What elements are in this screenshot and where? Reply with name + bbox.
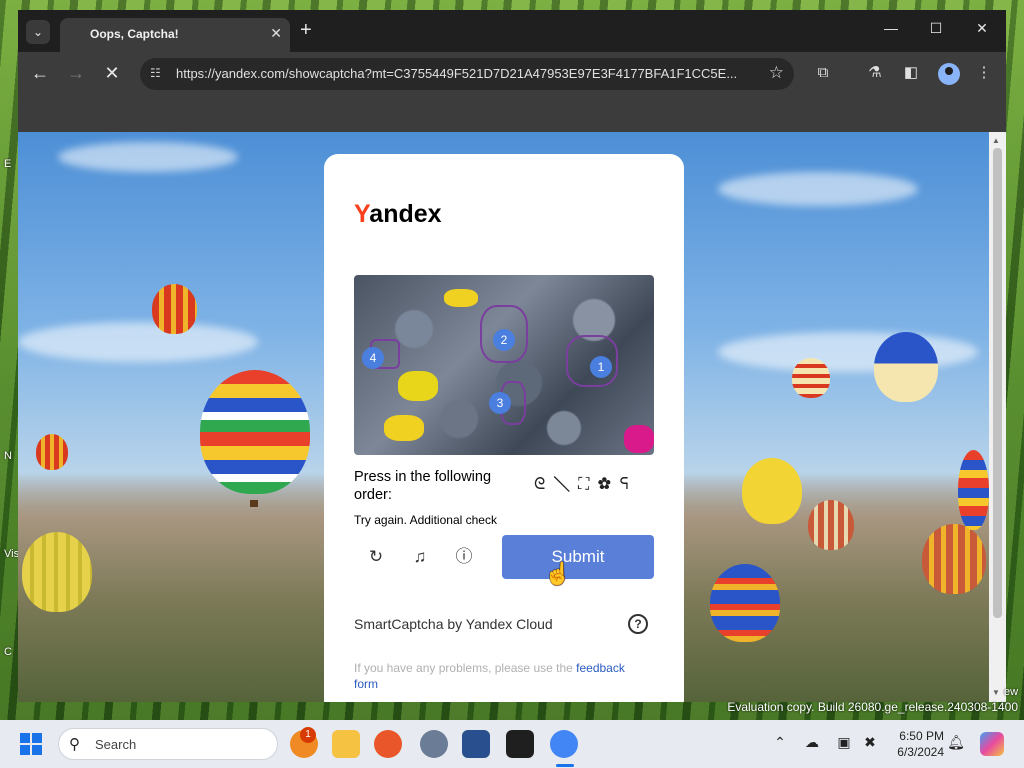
side-panel-icon[interactable]: ◧ [900,64,922,82]
scroll-thumb[interactable] [993,148,1002,618]
evaluation-watermark: Evaluation copy. Build 26080.ge_release.… [727,700,1018,714]
volume-muted-icon[interactable]: ✖ [860,734,880,751]
taskbar: ⚲ Search 1 ⌃ ☁ ▣ ✖ 6:50 PM 6/3/2024 🔔︎ [0,720,1024,768]
hot-air-balloon [152,284,197,334]
error-message: Try again. Additional check [354,513,497,527]
file-explorer-icon[interactable] [332,730,360,758]
magenta-stone [624,425,654,453]
notification-badge: 1 [300,727,316,743]
page-scrollbar[interactable]: ▲ ▼ [989,132,1006,702]
site-settings-icon[interactable]: ☷ [150,66,161,80]
maximize-button[interactable]: ☐ [921,20,951,37]
taskbar-search[interactable]: ⚲ Search [58,728,278,760]
tab-title: Oops, Captcha! [90,27,179,41]
smartcaptcha-brand: SmartCaptcha by Yandex Cloud [354,616,553,632]
notification-bell-icon[interactable]: 🔔︎ [946,734,966,751]
bookmarks-bar [18,96,1006,132]
tab-close-icon[interactable]: ✕ [270,25,282,42]
start-button[interactable] [20,733,42,755]
system-clock[interactable]: 6:50 PM 6/3/2024 [880,728,944,760]
hot-air-balloon [710,564,780,642]
yellow-stone [384,415,424,441]
address-bar[interactable]: ☷ https://yandex.com/showcaptcha?mt=C375… [140,58,794,90]
settings-gear-icon[interactable] [420,730,448,758]
cloud [718,172,918,206]
desktop-icon-label[interactable]: N [4,450,12,462]
desktop-icon-label[interactable]: C [4,646,12,658]
back-button[interactable]: ← [28,64,52,82]
search-label: Search [95,737,137,752]
submit-button[interactable]: Submit [502,535,654,579]
virtualbox-icon[interactable] [462,730,490,758]
browser-toolbar: ← → ✕ ☷ https://yandex.com/showcaptcha?m… [18,52,1006,96]
click-marker[interactable]: 4 [362,347,384,369]
browser-window: ⌄ Oops, Captcha! ✕ + — ☐ ✕ ← → ✕ ☷ https… [18,10,1006,702]
refresh-icon[interactable]: ↻ [364,545,388,569]
minimize-button[interactable]: — [876,20,906,36]
hot-air-balloon [200,370,310,494]
captcha-image[interactable]: 1 2 3 4 [354,275,654,455]
mouse-pointer-icon: ☝ [544,561,572,586]
forward-button[interactable]: → [64,64,88,82]
scroll-down-arrow-icon[interactable]: ▼ [992,688,1000,697]
menu-kebab-icon[interactable]: ⋮ [973,64,995,82]
help-icon[interactable]: ? [628,614,648,634]
desktop-icon-label[interactable]: E [4,158,11,170]
yellow-stone [444,289,478,307]
scroll-up-arrow-icon[interactable]: ▲ [992,136,1000,145]
search-icon: ⚲ [69,736,80,753]
yandex-logo: Yandex [354,200,442,228]
onedrive-cloud-icon[interactable]: ☁ [802,734,822,751]
hot-air-balloon [808,500,854,550]
audio-headphones-icon[interactable]: ♫ [408,545,432,569]
hot-air-balloon [792,358,830,398]
click-marker[interactable]: 1 [590,356,612,378]
desktop-icon-label[interactable]: ew [1004,686,1018,698]
bookmark-star-icon[interactable]: ☆ [769,63,784,83]
order-glyph-sequence: ᘓ ╲ ⛶ ✿ ᕋ [534,476,631,493]
close-window-button[interactable]: ✕ [967,20,997,37]
cloud [18,322,258,362]
info-icon[interactable]: ⓘ [452,545,476,569]
hot-air-balloon [742,458,802,524]
stop-loading-button[interactable]: ✕ [100,64,124,82]
firefox-icon[interactable] [374,730,402,758]
profile-avatar-icon[interactable] [938,63,960,85]
tab-active[interactable]: Oops, Captcha! ✕ [60,18,290,52]
desktop-icon-label[interactable]: Vis [4,548,19,560]
hot-air-balloon [22,532,92,612]
hot-air-balloon [874,332,938,402]
labs-flask-icon[interactable]: ⚗ [864,64,886,82]
copilot-icon[interactable] [980,732,1004,756]
tab-strip: ⌄ Oops, Captcha! ✕ + — ☐ ✕ [18,10,1006,52]
tab-search-button[interactable]: ⌄ [26,20,50,44]
hot-air-balloon [36,434,68,470]
page-viewport: Yandex 1 2 3 4 Press in the following or… [18,132,989,702]
hot-air-balloon [922,524,986,594]
tray-overflow-chevron-icon[interactable]: ⌃ [770,734,790,751]
cloud [58,142,238,172]
cloud [718,332,978,372]
new-tab-button[interactable]: + [300,20,312,40]
hot-air-balloon [958,450,989,530]
feedback-note: If you have any problems, please use the… [354,661,625,691]
captcha-instruction: Press in the following order: [354,469,492,503]
network-icon[interactable]: ▣ [834,734,854,751]
click-marker[interactable]: 3 [489,392,511,414]
yellow-stone [398,371,438,401]
epic-games-icon[interactable] [506,730,534,758]
balloon-basket [250,500,258,507]
active-app-indicator [556,764,574,767]
extensions-icon[interactable]: ⧉ [812,64,834,82]
chrome-icon[interactable] [550,730,578,758]
captcha-card: Yandex 1 2 3 4 Press in the following or… [324,154,684,702]
click-marker[interactable]: 2 [493,329,515,351]
url-text[interactable]: https://yandex.com/showcaptcha?mt=C37554… [176,66,756,81]
